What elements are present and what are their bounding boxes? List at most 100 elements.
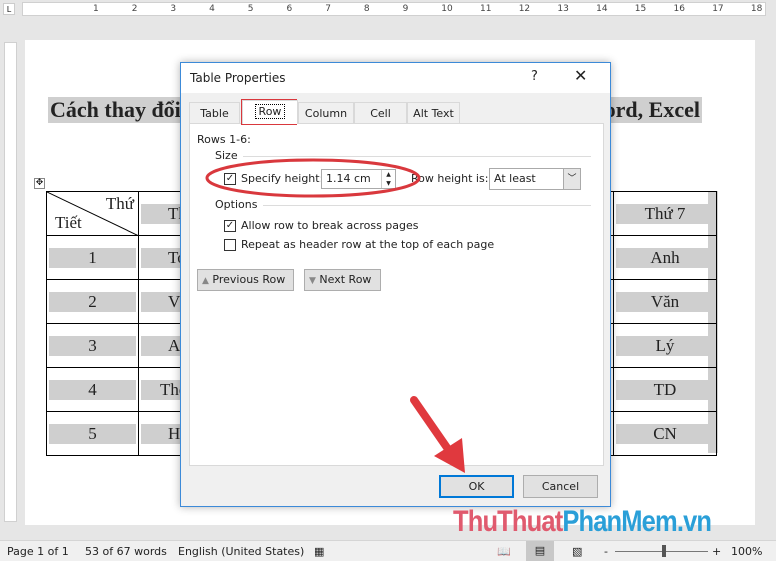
- read-mode-icon[interactable]: 📖: [497, 545, 511, 558]
- height-value: 1.14 cm: [326, 172, 371, 185]
- vertical-ruler[interactable]: [4, 42, 17, 522]
- ruler-tick-label: 16: [673, 4, 685, 14]
- table-move-handle-icon[interactable]: ✥: [34, 178, 45, 189]
- repeat-header-label: Repeat as header row at the top of each …: [241, 238, 495, 251]
- tab-stop-selector[interactable]: L: [3, 3, 15, 15]
- divider: [243, 156, 591, 157]
- size-group-label: Size: [215, 149, 238, 162]
- height-input[interactable]: 1.14 cm ▲ ▼: [321, 169, 396, 189]
- tab-label: Table: [200, 107, 229, 120]
- tab-label: Row: [254, 104, 286, 119]
- ruler-tick-label: 17: [712, 4, 724, 14]
- triangle-down-icon: ▼: [309, 276, 316, 286]
- select-value: At least: [494, 172, 536, 185]
- tab-table[interactable]: Table: [189, 102, 240, 124]
- table-cell[interactable]: Thứ 7: [613, 191, 717, 236]
- repeat-header-checkbox[interactable]: [224, 239, 236, 251]
- ruler-tick-label: 5: [247, 4, 254, 14]
- chevron-down-icon[interactable]: ﹀: [563, 169, 580, 189]
- table-cell[interactable]: 5: [46, 411, 139, 456]
- cell-text: Văn: [616, 291, 714, 312]
- button-label: Next Row: [319, 273, 372, 286]
- ruler-tick-label: 14: [596, 4, 608, 14]
- specify-height-checkbox[interactable]: ✓: [224, 173, 236, 185]
- cell-text: 1: [49, 247, 136, 268]
- language[interactable]: English (United States): [178, 545, 304, 558]
- ruler-tick-label: 11: [480, 4, 492, 14]
- cell-text: TD: [616, 379, 714, 400]
- cell-text: Anh: [616, 247, 714, 268]
- zoom-level[interactable]: 100%: [731, 545, 762, 558]
- table-cell[interactable]: Lý: [613, 323, 717, 368]
- zoom-in-button[interactable]: +: [712, 545, 721, 558]
- macro-icon[interactable]: ▦: [314, 545, 324, 558]
- previous-row-button[interactable]: ▲ Previous Row: [197, 269, 294, 291]
- ok-button[interactable]: OK: [439, 475, 514, 498]
- tab-cell[interactable]: Cell: [354, 102, 407, 124]
- rows-label: Rows 1-6:: [197, 133, 251, 146]
- cell-text: 3: [49, 335, 136, 356]
- table-cell[interactable]: 4: [46, 367, 139, 412]
- row-height-is-label: Row height is:: [411, 172, 489, 185]
- next-row-button[interactable]: ▼ Next Row: [304, 269, 381, 291]
- tab-label: Column: [304, 107, 348, 120]
- zoom-slider-thumb[interactable]: [662, 545, 666, 557]
- dialog-title: Table Properties: [190, 71, 286, 85]
- table-cell[interactable]: 1: [46, 235, 139, 280]
- horizontal-ruler[interactable]: 1 2 3 4 5 6 7 8 9 10 11 12 13 14 15 16 17 18: [22, 2, 766, 16]
- ruler-tick-label: 3: [170, 4, 177, 14]
- heading-text-left: Cách thay đổi: [50, 97, 181, 122]
- ruler-tick-label: 13: [557, 4, 569, 14]
- cell-text: 5: [49, 423, 136, 444]
- ruler-tick-label: 1: [93, 4, 99, 14]
- table-cell[interactable]: Anh: [613, 235, 717, 280]
- close-button[interactable]: ✕: [574, 66, 587, 85]
- options-group-label: Options: [215, 198, 258, 211]
- watermark-logo: ThuThuatPhanMem.vn: [453, 505, 712, 538]
- ruler-tick-label: 4: [209, 4, 215, 14]
- heading-text-right: ord, Excel: [604, 97, 700, 123]
- table-cell[interactable]: CN: [613, 411, 717, 456]
- ruler-tick-label: 7: [325, 4, 331, 14]
- divider: [263, 205, 591, 206]
- ruler-tick-label: 15: [634, 4, 647, 14]
- tab-alt-text[interactable]: Alt Text: [407, 102, 460, 124]
- tab-column[interactable]: Column: [298, 102, 354, 124]
- table-cell[interactable]: TD: [613, 367, 717, 412]
- row-height-is-select[interactable]: At least ﹀: [489, 168, 581, 190]
- ruler-tick-label: 9: [402, 4, 409, 14]
- ruler-tick-label: 10: [441, 4, 453, 14]
- diagonal-header-cell[interactable]: Thứ Tiết: [46, 191, 139, 236]
- allow-break-checkbox[interactable]: ✓: [224, 220, 236, 232]
- tab-label: Cell: [370, 107, 391, 120]
- zoom-out-button[interactable]: -: [604, 545, 608, 558]
- cell-text: 2: [49, 291, 136, 312]
- cell-text: Thứ 7: [616, 203, 714, 224]
- header-tiet: Tiết: [55, 213, 82, 232]
- web-layout-icon[interactable]: ▧: [572, 545, 582, 558]
- cell-text: CN: [616, 423, 714, 444]
- dialog-title-bar[interactable]: Table Properties ? ✕: [181, 63, 610, 93]
- cell-text: Lý: [616, 335, 714, 356]
- ruler-tick-label: 6: [286, 4, 293, 14]
- height-spinner[interactable]: ▲ ▼: [381, 170, 395, 188]
- tab-label: Alt Text: [413, 107, 454, 120]
- table-properties-dialog: Table Properties ? ✕ Table Row Column Ce…: [180, 62, 611, 507]
- button-label: Previous Row: [212, 273, 286, 286]
- specify-height-label: Specify height:: [241, 172, 324, 185]
- ruler-tick-label: 12: [518, 4, 531, 14]
- header-thu: Thứ: [105, 194, 134, 213]
- word-count[interactable]: 53 of 67 words: [85, 545, 167, 558]
- page-count[interactable]: Page 1 of 1: [7, 545, 69, 558]
- cancel-button[interactable]: Cancel: [523, 475, 598, 498]
- tab-row[interactable]: Row: [242, 100, 298, 124]
- print-layout-icon[interactable]: ▤: [526, 541, 554, 561]
- ruler-tick-label: 8: [363, 4, 370, 14]
- table-cell[interactable]: 3: [46, 323, 139, 368]
- ruler-tick-label: 18: [750, 4, 763, 14]
- table-cell[interactable]: Văn: [613, 279, 717, 324]
- table-cell[interactable]: 2: [46, 279, 139, 324]
- allow-break-label: Allow row to break across pages: [241, 219, 419, 232]
- ruler-tick-label: 2: [131, 4, 138, 14]
- help-button[interactable]: ?: [531, 69, 538, 84]
